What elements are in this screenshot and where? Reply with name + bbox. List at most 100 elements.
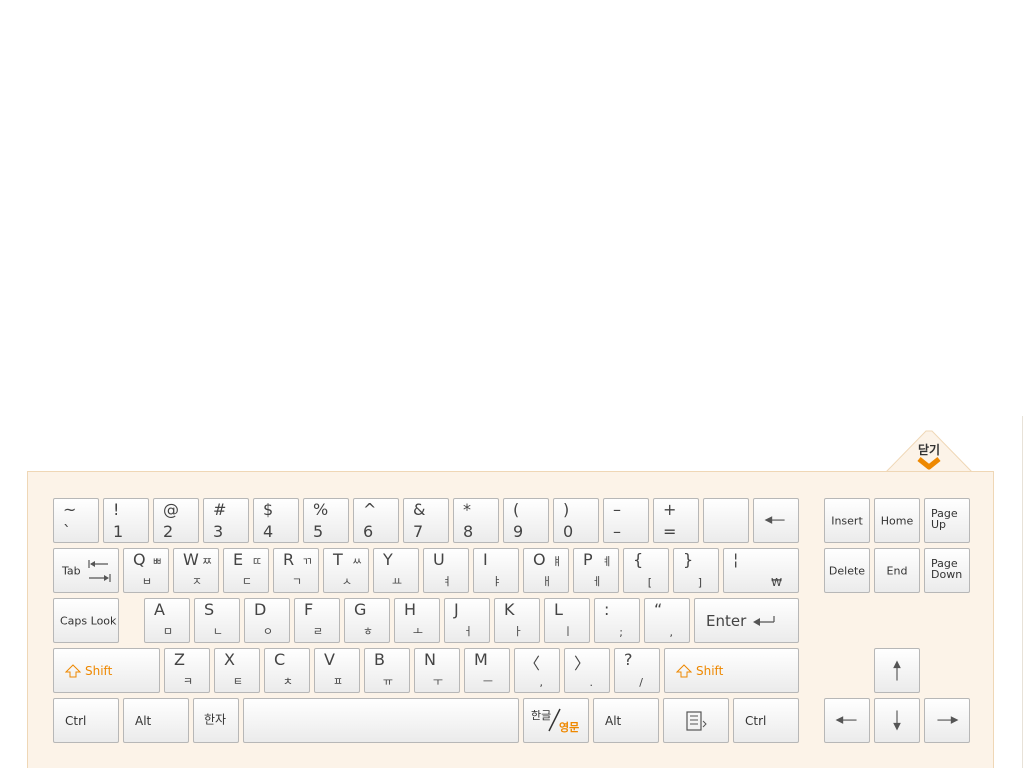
key-hangul-char: ㄷ: [241, 575, 252, 588]
key-end[interactable]: End: [874, 548, 920, 593]
key-right-alt[interactable]: Alt: [593, 698, 659, 743]
key-latin-char: ?: [624, 650, 633, 669]
key-backspace[interactable]: [753, 498, 799, 543]
key-arrow-left[interactable]: [824, 698, 870, 743]
key-row4-3[interactable]: Vㅍ: [314, 648, 360, 693]
key-row3-1[interactable]: Sㄴ: [194, 598, 240, 643]
key-left-alt[interactable]: Alt: [123, 698, 189, 743]
key-row1-12[interactable]: + =: [653, 498, 699, 543]
key-row2-11[interactable]: }]: [673, 548, 719, 593]
key-row3-3[interactable]: Fㄹ: [294, 598, 340, 643]
key-row1-11[interactable]: – –: [603, 498, 649, 543]
key-row1-5[interactable]: % 5: [303, 498, 349, 543]
key-menu[interactable]: [663, 698, 729, 743]
key-row2-9[interactable]: Pㅖㅔ: [573, 548, 619, 593]
key-row3-8[interactable]: Lㅣ: [544, 598, 590, 643]
key-row1-6[interactable]: ^ 6: [353, 498, 399, 543]
key-hangul-char: ₩: [771, 576, 782, 589]
tab-label: Tab: [62, 564, 81, 577]
key-page-down[interactable]: Page Down: [924, 548, 970, 593]
key-row3-10[interactable]: “,: [644, 598, 690, 643]
key-row2-12[interactable]: ¦ ₩: [723, 548, 799, 593]
key-delete[interactable]: Delete: [824, 548, 870, 593]
key-latin-char: Z: [174, 650, 185, 669]
key-arrow-up[interactable]: [874, 648, 920, 693]
key-arrow-down[interactable]: [874, 698, 920, 743]
key-row4-1[interactable]: Xㅌ: [214, 648, 260, 693]
key-space[interactable]: [243, 698, 519, 743]
key-base-char: 5: [313, 522, 324, 541]
key-hangul-char: ㅓ: [462, 625, 473, 638]
key-row4-7[interactable]: 〈,: [514, 648, 560, 693]
key-row2-4[interactable]: Tㅆㅅ: [323, 548, 369, 593]
key-row1-13[interactable]: [703, 498, 749, 543]
key-row3-5[interactable]: Hㅗ: [394, 598, 440, 643]
key-hangul-char: ㅡ: [482, 675, 493, 688]
key-latin-char: :: [604, 600, 610, 619]
close-keyboard-tab[interactable]: 닫기: [886, 430, 972, 473]
key-row2-3[interactable]: Rㄲㄱ: [273, 548, 319, 593]
key-row4-4[interactable]: Bㅠ: [364, 648, 410, 693]
key-insert[interactable]: Insert: [824, 498, 870, 543]
key-hangul-char: ㅏ: [512, 625, 523, 638]
key-latin-char: C: [274, 650, 286, 669]
key-row2-7[interactable]: Iㅑ: [473, 548, 519, 593]
key-row1-7[interactable]: & 7: [403, 498, 449, 543]
key-row1-4[interactable]: $4: [253, 498, 299, 543]
key-shift-char: +: [663, 500, 677, 519]
key-hangul-english[interactable]: 한글 영문: [523, 698, 589, 743]
key-row4-8[interactable]: 〉.: [564, 648, 610, 693]
caps-label: Caps Look: [60, 614, 117, 627]
key-row3-0[interactable]: Aㅁ: [144, 598, 190, 643]
key-row1-0[interactable]: ~ `: [53, 498, 99, 543]
key-row4-2[interactable]: Cㅊ: [264, 648, 310, 693]
key-row3-9[interactable]: :;: [594, 598, 640, 643]
key-row2-2[interactable]: Eㄸㄷ: [223, 548, 269, 593]
key-hangul-char: ㅊ: [282, 675, 293, 688]
enter-label-group: Enter: [706, 612, 776, 630]
key-row3-6[interactable]: Jㅓ: [444, 598, 490, 643]
key-row2-6[interactable]: Uㅕ: [423, 548, 469, 593]
key-tab[interactable]: Tab: [53, 548, 119, 593]
key-shift-char: ): [563, 500, 570, 519]
key-row3-4[interactable]: Gㅎ: [344, 598, 390, 643]
key-row2-0[interactable]: Qㅃㅂ: [123, 548, 169, 593]
enter-arrow-icon: [753, 615, 775, 626]
key-page-up[interactable]: Page Up: [924, 498, 970, 543]
key-row2-8[interactable]: Oㅒㅐ: [523, 548, 569, 593]
key-row1-1[interactable]: ! 1: [103, 498, 149, 543]
key-latin-char: L: [554, 600, 563, 619]
key-latin-char: 〈: [524, 654, 541, 673]
key-shift-char: ~: [63, 500, 77, 519]
key-row3-7[interactable]: Kㅏ: [494, 598, 540, 643]
key-latin-char: Q: [133, 550, 146, 569]
left-ctrl-label: Ctrl: [65, 713, 87, 728]
key-row1-3[interactable]: #3: [203, 498, 249, 543]
key-left-ctrl[interactable]: Ctrl: [53, 698, 119, 743]
key-row1-10[interactable]: ) 0: [553, 498, 599, 543]
key-row3-2[interactable]: Dㅇ: [244, 598, 290, 643]
key-latin-char: M: [474, 650, 488, 669]
shift-arrow-icon: [65, 663, 81, 677]
key-hangul-char: ,: [669, 626, 674, 639]
key-row1-9[interactable]: (9: [503, 498, 549, 543]
right-shift-label-group: Shift: [676, 664, 723, 678]
key-row4-9[interactable]: ? /: [614, 648, 660, 693]
key-row4-5[interactable]: Nㅜ: [414, 648, 460, 693]
key-right-ctrl[interactable]: Ctrl: [733, 698, 799, 743]
key-row2-10[interactable]: {[: [623, 548, 669, 593]
key-right-shift[interactable]: Shift: [664, 648, 799, 693]
key-row1-2[interactable]: @2: [153, 498, 199, 543]
key-home[interactable]: Home: [874, 498, 920, 543]
key-row4-0[interactable]: Zㅋ: [164, 648, 210, 693]
key-row2-1[interactable]: Wㅉㅈ: [173, 548, 219, 593]
key-arrow-right[interactable]: [924, 698, 970, 743]
key-hanja[interactable]: 한자: [193, 698, 239, 743]
key-row4-6[interactable]: Mㅡ: [464, 648, 510, 693]
key-row2-5[interactable]: Yㅛ: [373, 548, 419, 593]
key-row1-8[interactable]: * 8: [453, 498, 499, 543]
key-enter[interactable]: Enter: [694, 598, 799, 643]
key-caps-lock[interactable]: Caps Look: [53, 598, 119, 643]
arrow-down-icon: [893, 710, 901, 731]
key-left-shift[interactable]: Shift: [53, 648, 160, 693]
